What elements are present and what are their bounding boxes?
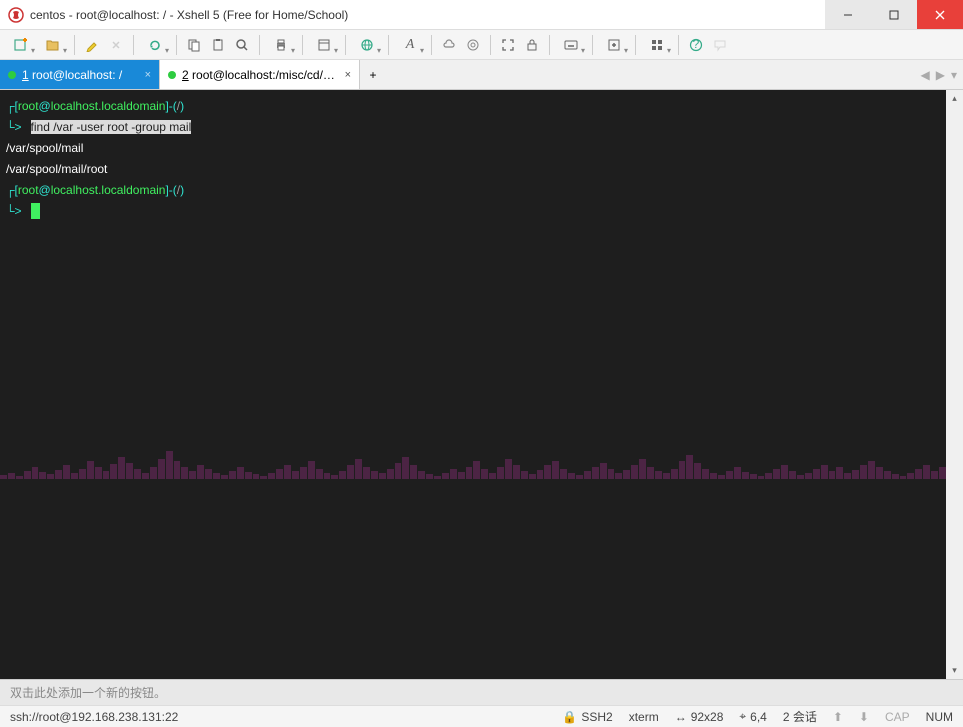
status-term: xterm	[629, 710, 659, 724]
tab-label: 1 root@localhost: /	[22, 68, 139, 82]
print-button[interactable]	[266, 34, 296, 56]
tab-add-button[interactable]: +	[360, 60, 386, 89]
status-dot-icon	[8, 71, 16, 79]
status-num: NUM	[926, 710, 953, 724]
cloud-button[interactable]	[438, 34, 460, 56]
highlight-button[interactable]	[81, 34, 103, 56]
terminal-wrap: ┌[root@localhost.localdomain]-(/) └> fin…	[0, 90, 963, 679]
paste-button[interactable]	[207, 34, 229, 56]
cursor	[31, 203, 40, 219]
selected-text: find /var -user root -group mail	[31, 120, 192, 134]
quickbutton-hint[interactable]: 双击此处添加一个新的按钮。	[0, 679, 963, 705]
status-sessions: 2 会话	[783, 708, 817, 725]
cursor-pos-icon: ⌖	[739, 709, 746, 724]
reconnect-button[interactable]	[140, 34, 170, 56]
lock-icon: 🔒	[562, 710, 577, 724]
keyboard-button[interactable]	[556, 34, 586, 56]
add-panel-button[interactable]	[599, 34, 629, 56]
properties-button[interactable]	[309, 34, 339, 56]
copy-button[interactable]	[183, 34, 205, 56]
tab-session-1[interactable]: 1 root@localhost: / ×	[0, 60, 160, 89]
tab-next-icon[interactable]: ▶	[936, 68, 945, 82]
visualizer	[0, 437, 946, 479]
new-session-button[interactable]	[6, 34, 36, 56]
arrow-down-icon: ⬇	[859, 710, 869, 724]
close-button[interactable]	[917, 0, 963, 29]
status-dot-icon	[168, 71, 176, 79]
scroll-up-icon[interactable]: ▴	[946, 90, 963, 107]
status-connection: ssh://root@192.168.238.131:22	[10, 710, 546, 724]
globe-button[interactable]	[352, 34, 382, 56]
scroll-down-icon[interactable]: ▾	[946, 662, 963, 679]
toolbar: A ?	[0, 30, 963, 60]
find-button[interactable]	[231, 34, 253, 56]
font-button[interactable]: A	[395, 34, 425, 56]
disconnect-button[interactable]	[105, 34, 127, 56]
resize-icon: ↔	[675, 710, 687, 724]
open-button[interactable]	[38, 34, 68, 56]
app-icon	[8, 7, 24, 23]
minimize-button[interactable]	[825, 0, 871, 29]
maximize-button[interactable]	[871, 0, 917, 29]
tab-close-icon[interactable]: ×	[145, 69, 151, 81]
target-button[interactable]	[462, 34, 484, 56]
feedback-button[interactable]	[709, 34, 731, 56]
lock-button[interactable]	[521, 34, 543, 56]
layout-button[interactable]	[642, 34, 672, 56]
tabbar: 1 root@localhost: / × 2 root@localhost:/…	[0, 60, 963, 90]
tab-session-2[interactable]: 2 root@localhost:/misc/cd/Pa... ×	[160, 60, 360, 89]
tab-prev-icon[interactable]: ◀	[921, 68, 930, 82]
status-size: ↔ 92x28	[675, 710, 724, 724]
arrow-up-icon: ⬆	[833, 710, 843, 724]
status-pos: ⌖ 6,4	[739, 709, 766, 724]
svg-text:?: ?	[693, 38, 700, 51]
tab-label: 2 root@localhost:/misc/cd/Pa...	[182, 68, 339, 82]
terminal[interactable]: ┌[root@localhost.localdomain]-(/) └> fin…	[0, 90, 946, 679]
status-cap: CAP	[885, 710, 910, 724]
titlebar: centos - root@localhost: / - Xshell 5 (F…	[0, 0, 963, 30]
tab-nav: ◀ ▶ ▾	[915, 60, 963, 89]
window-title: centos - root@localhost: / - Xshell 5 (F…	[30, 8, 825, 22]
tab-menu-icon[interactable]: ▾	[951, 68, 957, 82]
fullscreen-button[interactable]	[497, 34, 519, 56]
scrollbar[interactable]: ▴ ▾	[946, 90, 963, 679]
help-button[interactable]: ?	[685, 34, 707, 56]
statusbar: ssh://root@192.168.238.131:22 🔒SSH2 xter…	[0, 705, 963, 727]
status-proto: 🔒SSH2	[562, 710, 612, 724]
scroll-track[interactable]	[946, 107, 963, 662]
tab-close-icon[interactable]: ×	[345, 69, 351, 81]
